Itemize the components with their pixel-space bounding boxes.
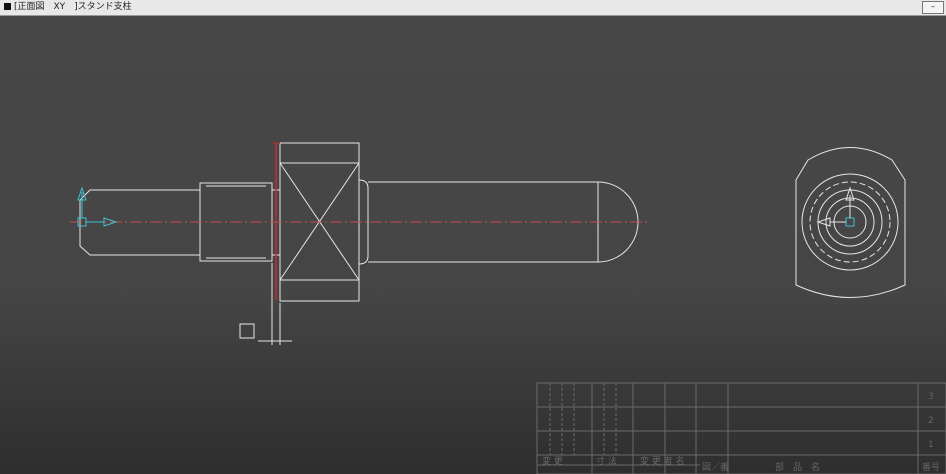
window-title: [正面図 XY ]スタンド支柱 [14, 2, 132, 12]
header-label: 図／番 [702, 461, 729, 473]
header-label: 変 更 [542, 455, 563, 467]
row-number: 1 [928, 440, 934, 450]
shaft-front-view [79, 142, 639, 345]
origin-axis-icon [77, 186, 118, 227]
row-number: 3 [928, 392, 934, 402]
row-number: 2 [928, 416, 934, 426]
side-view [795, 147, 906, 298]
header-label: 変 更 者 名 [640, 455, 685, 467]
cad-drawing: 3 2 1 変 更 寸 法 変 更 者 名 図／番 部 品 名 番号 [70, 142, 946, 474]
app-icon [4, 3, 11, 10]
header-label: 番号 [922, 461, 940, 473]
header-label: 寸 法 [596, 455, 617, 467]
header-label: 部 品 名 [775, 461, 820, 473]
drawing-canvas[interactable]: 3 2 1 変 更 寸 法 変 更 者 名 図／番 部 品 名 番号 [0, 16, 946, 474]
window-title-bar: [正面図 XY ]スタンド支柱 – [0, 0, 946, 16]
minimize-button[interactable]: – [922, 1, 944, 14]
